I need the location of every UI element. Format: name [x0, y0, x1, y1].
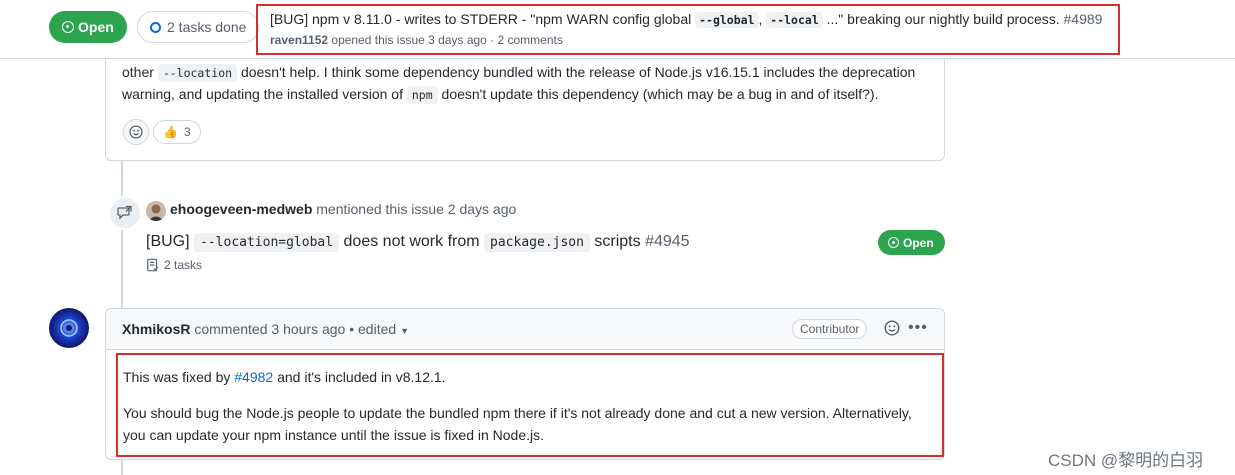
avatar[interactable]	[49, 308, 89, 348]
referenced-issue-state-badge: Open	[878, 230, 945, 255]
add-reaction-button[interactable]	[884, 320, 900, 339]
mention-author-link[interactable]: ehoogeveen-medweb	[170, 201, 312, 217]
issue-open-icon	[888, 237, 899, 248]
comment-header: XhmikosR commented 3 hours ago • edited …	[106, 309, 944, 350]
comment-author-link[interactable]: XhmikosR	[122, 321, 190, 337]
previous-comment-body: other --location doesn't help. I think s…	[122, 64, 916, 104]
smiley-icon	[884, 320, 900, 336]
cross-reference-icon	[117, 205, 132, 220]
sticky-issue-header: Open 2 tasks done [BUG] npm v 8.11.0 - w…	[0, 0, 1235, 59]
issue-state-badge: Open	[49, 11, 127, 43]
checklist-icon	[147, 258, 159, 272]
contributor-badge: Contributor	[792, 319, 868, 339]
inline-code: npm	[406, 86, 438, 104]
highlight-box: [BUG] npm v 8.11.0 - writes to STDERR - …	[256, 4, 1120, 55]
cross-reference-badge	[108, 196, 142, 230]
add-reaction-button[interactable]	[123, 119, 149, 145]
kebab-menu-icon[interactable]: •••	[908, 319, 928, 337]
chevron-down-icon[interactable]: ▼	[400, 326, 409, 336]
tasks-progress: 2 tasks done	[137, 11, 260, 43]
referenced-issue-title[interactable]: [BUG] --location=global does not work fr…	[146, 233, 690, 252]
inline-code: --location	[157, 64, 238, 82]
comment: XhmikosR commented 3 hours ago • edited …	[105, 308, 945, 460]
issue-number: #4989	[1063, 11, 1103, 27]
issue-author-link[interactable]: raven1152	[270, 33, 328, 47]
timeline-line	[121, 160, 123, 310]
comment-paragraph: This was fixed by #4982 and it's include…	[123, 369, 446, 385]
issue-title[interactable]: [BUG] npm v 8.11.0 - writes to STDERR - …	[270, 11, 1103, 28]
thumbs-up-icon: 👍	[163, 125, 178, 139]
watermark: CSDN @黎明的白羽	[1048, 451, 1204, 470]
referenced-issue-tasks: 2 tasks	[146, 258, 202, 272]
comment-body: This was fixed by #4982 and it's include…	[123, 366, 928, 460]
progress-ring-icon	[150, 21, 161, 33]
referenced-issue-number: #4945	[645, 233, 690, 250]
thumbs-up-reaction[interactable]: 👍 3	[153, 120, 201, 144]
highlight-box: This was fixed by #4982 and it's include…	[116, 353, 944, 457]
comment-paragraph: You should bug the Node.js people to upd…	[123, 405, 912, 443]
issue-meta: raven1152 opened this issue 3 days ago ·…	[270, 33, 563, 47]
reaction-count: 3	[183, 125, 191, 139]
edited-dropdown[interactable]: commented 3 hours ago • edited	[190, 321, 400, 337]
smiley-icon	[129, 125, 143, 139]
avatar[interactable]	[146, 201, 166, 221]
mention-event-text: ehoogeveen-medweb mentioned this issue 2…	[170, 201, 517, 217]
issue-link[interactable]: #4982	[234, 369, 273, 385]
comment-meta: XhmikosR commented 3 hours ago • edited …	[122, 321, 409, 337]
issue-open-icon	[62, 21, 74, 33]
